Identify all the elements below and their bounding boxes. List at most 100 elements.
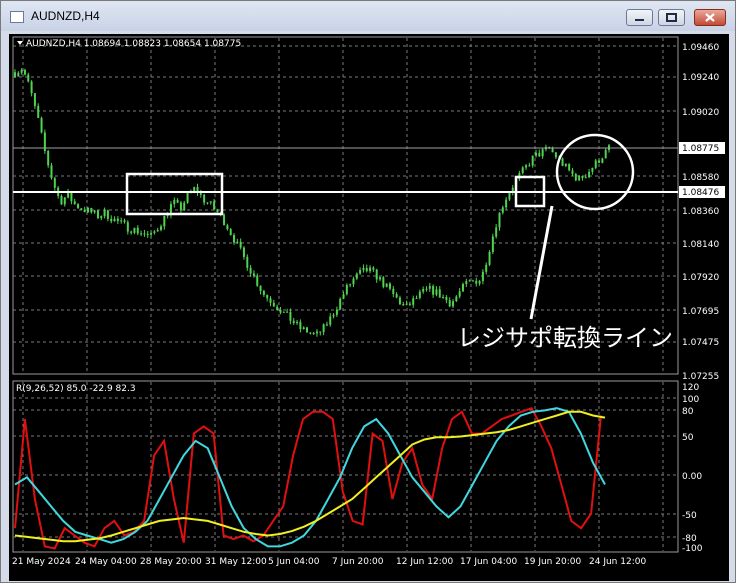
candle-body <box>395 294 398 298</box>
candle-body <box>242 247 245 257</box>
candle-body <box>352 278 355 285</box>
window-title: AUDNZD,H4 <box>31 9 100 23</box>
candle-body <box>528 165 531 167</box>
indicator-tick: 100 <box>682 395 699 405</box>
header-dropdown-icon[interactable] <box>17 41 23 45</box>
candle-body <box>422 288 425 292</box>
candle-body <box>63 197 66 205</box>
candle-body <box>77 204 80 209</box>
candle-body <box>37 105 40 118</box>
candle-body <box>269 298 272 303</box>
candle-body <box>428 286 431 289</box>
candle-body <box>445 296 448 301</box>
candle-body <box>120 220 123 222</box>
candle-body <box>93 210 96 213</box>
line-price-value: 1.08476 <box>682 188 719 198</box>
candle-body <box>432 286 435 295</box>
candle-body <box>365 267 368 272</box>
candle-body <box>568 163 571 171</box>
candle-body <box>412 298 415 305</box>
candle-body <box>584 177 587 179</box>
candle-body <box>123 220 126 223</box>
candle-body <box>90 207 93 213</box>
candle-body <box>372 267 375 270</box>
candle-body <box>388 283 391 289</box>
candle-body <box>448 300 451 307</box>
candle-body <box>140 233 143 235</box>
candle-body <box>256 275 259 286</box>
candle-body <box>83 209 86 213</box>
candle-body <box>103 210 106 217</box>
candle-body <box>286 311 289 313</box>
candle-body <box>538 152 541 157</box>
candle-body <box>435 289 438 295</box>
chart-window: AUDNZD,H4 レジサポ転換ライン AUDNZD,H4 1.08694 1.… <box>0 0 736 583</box>
highlight-circle <box>555 133 635 211</box>
candle-body <box>209 201 212 203</box>
candle-body <box>495 227 498 237</box>
candle-body <box>342 294 345 299</box>
indicator-tick: -80 <box>682 534 697 544</box>
candle-body <box>229 229 232 236</box>
indicator-tick: -100 <box>682 544 703 554</box>
candle-body <box>438 289 441 298</box>
candle-body <box>186 192 189 203</box>
price-tick: 1.07695 <box>682 307 719 317</box>
candle-body <box>53 178 56 188</box>
candle-body <box>375 269 378 280</box>
candle-body <box>309 332 312 334</box>
candle-body <box>501 207 504 213</box>
candle-body <box>27 74 30 82</box>
candle-body <box>17 72 20 77</box>
indicator-series-line <box>14 407 606 548</box>
candle-body <box>452 301 455 307</box>
chart-header-label: AUDNZD,H4 1.08694 1.08823 1.08654 1.0877… <box>26 39 241 49</box>
candle-body <box>402 304 405 306</box>
candle-body <box>588 171 591 178</box>
candle-body <box>163 215 166 227</box>
candle-body <box>279 309 282 313</box>
price-tick: 1.07255 <box>682 372 719 382</box>
candle-body <box>226 225 229 230</box>
candle-body <box>598 160 601 163</box>
title-bar[interactable]: AUDNZD,H4 <box>1 1 735 31</box>
candle-body <box>534 152 537 156</box>
minimize-button[interactable] <box>626 9 653 26</box>
price-tick: 1.08580 <box>682 173 719 183</box>
price-tick: 1.08140 <box>682 240 719 250</box>
candle-body <box>116 218 119 221</box>
chart-window-icon <box>10 11 24 23</box>
candle-body <box>47 150 50 166</box>
candle-body <box>442 296 445 298</box>
close-button[interactable] <box>694 9 726 26</box>
candle-body <box>306 327 309 333</box>
candle-body <box>319 331 322 333</box>
candle-body <box>392 288 395 295</box>
indicator-label: R(9,26,52) 85.0 -22.9 82.3 <box>16 384 136 394</box>
candle-body <box>246 256 249 268</box>
candle-body <box>508 192 511 200</box>
minimize-icon <box>635 19 644 21</box>
candle-body <box>505 199 508 208</box>
price-tick: 1.09460 <box>682 43 719 53</box>
candle-body <box>339 298 342 310</box>
candle-body <box>491 236 494 253</box>
maximize-button[interactable] <box>658 9 685 26</box>
candle-body <box>369 267 372 272</box>
candle-body <box>60 195 63 205</box>
candle-body <box>233 235 236 243</box>
candle-body <box>554 152 557 158</box>
candle-body <box>282 311 285 313</box>
candle-body <box>465 281 468 284</box>
candle-body <box>475 280 478 284</box>
candle-body <box>355 273 358 279</box>
candle-body <box>525 165 528 168</box>
highlight-box-left <box>125 172 224 216</box>
time-tick: 7 Jun 20:00 <box>332 557 384 567</box>
candle-body <box>14 72 16 77</box>
candle-body <box>398 297 401 305</box>
candle-body <box>150 232 153 235</box>
candle-body <box>458 291 461 297</box>
candle-body <box>594 160 597 168</box>
chart-area[interactable]: レジサポ転換ライン AUDNZD,H4 1.08694 1.08823 1.08… <box>9 34 729 567</box>
